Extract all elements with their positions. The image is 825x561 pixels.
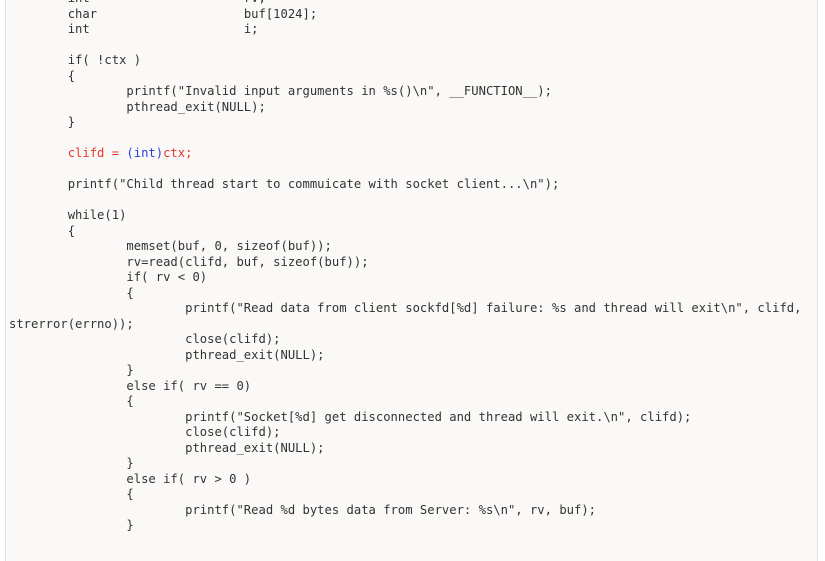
code-token: ctx;: [163, 146, 193, 160]
code-token: (int): [126, 146, 164, 160]
code-block: int rv; char buf[1024]; int i; if( !ctx …: [5, 0, 818, 561]
code-viewport[interactable]: int rv; char buf[1024]; int i; if( !ctx …: [0, 0, 825, 561]
code-token: clifd =: [67, 146, 127, 160]
code-text: int rv; char buf[1024]; int i; if( !ctx …: [9, 0, 809, 532]
